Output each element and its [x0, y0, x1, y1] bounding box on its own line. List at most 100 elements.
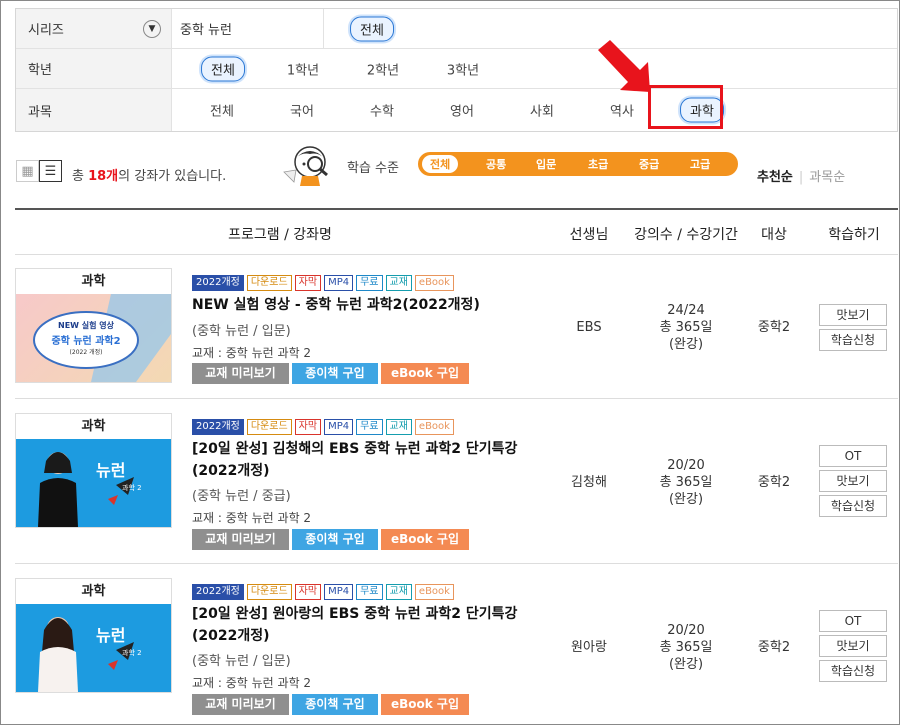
course-book: 교재 : 중학 뉴런 과학 2	[192, 346, 312, 360]
count-value: 18개	[88, 169, 119, 184]
subject-options: 전체 국어 수학 영어 사회 역사 과학	[172, 89, 897, 131]
table-row: 과학 NEW 실험 영상 중학 뉴런 과학2 (2022 개정) 2022개정 …	[15, 255, 898, 399]
badge-mp4: MP4	[324, 419, 354, 435]
badge-textbook: 교재	[385, 419, 412, 435]
header-target: 대상	[761, 227, 787, 243]
level-advanced[interactable]: 고급	[690, 156, 710, 172]
filter-table: 시리즈 ▼ 중학 뉴런 전체 학년 전체 1학년 2학년 3학년 과목 전체 국…	[15, 8, 898, 132]
thumb-caption-2: 과학 2	[122, 484, 142, 492]
subject-option-english[interactable]: 영어	[450, 101, 474, 120]
thumb-image: 뉴런 과학 2	[16, 604, 171, 692]
enroll-button[interactable]: 학습신청	[819, 495, 887, 517]
ot-button[interactable]: OT	[819, 610, 887, 632]
grid-view-icon[interactable]: ▦	[16, 160, 39, 182]
buy-paper-book-button[interactable]: 종이책 구입	[292, 694, 378, 715]
preview-book-button[interactable]: 교재 미리보기	[192, 363, 289, 384]
grade-option-1[interactable]: 1학년	[287, 59, 319, 78]
subject-option-all[interactable]: 전체	[210, 101, 234, 120]
thumb-image: NEW 실험 영상 중학 뉴런 과학2 (2022 개정)	[16, 294, 171, 382]
badge-subtitle: 자막	[294, 275, 322, 291]
grade-row: 학년 전체 1학년 2학년 3학년	[16, 49, 897, 89]
level-intro[interactable]: 입문	[536, 156, 556, 172]
level-all[interactable]: 전체	[422, 155, 459, 173]
sort-options: 추천순 | 과목순	[757, 170, 846, 185]
course-title[interactable]: [20일 완성] 김청해의 EBS 중학 뉴런 과학2 단기특강(2022개정)	[192, 438, 552, 482]
badge-free: 무료	[356, 419, 383, 435]
badge-download: 다운로드	[246, 275, 292, 291]
subject-option-korean[interactable]: 국어	[290, 101, 314, 120]
buy-ebook-button[interactable]: eBook 구입	[381, 529, 469, 550]
sample-button[interactable]: 맛보기	[819, 635, 887, 657]
study-period: 총 365일	[659, 475, 713, 490]
subject-label: 과목	[28, 104, 52, 120]
sample-button[interactable]: 맛보기	[819, 470, 887, 492]
badge-mp4: MP4	[324, 275, 354, 291]
series-option-all[interactable]: 전체	[350, 16, 394, 41]
grade-option-3[interactable]: 3학년	[447, 59, 479, 78]
badge-download: 다운로드	[246, 584, 292, 600]
series-body: 중학 뉴런 전체	[172, 9, 897, 48]
series-header[interactable]: 시리즈 ▼	[16, 9, 172, 48]
course-sub: (중학 뉴런 / 입문)	[192, 324, 291, 339]
teacher-name: 원아랑	[571, 640, 607, 655]
thumb-category: 과학	[16, 579, 171, 604]
badge-revision: 2022개정	[192, 275, 244, 291]
badge-ebook: eBook	[414, 419, 454, 435]
course-thumbnail[interactable]: 과학 뉴런 과학 2	[15, 578, 172, 693]
sample-button[interactable]: 맛보기	[819, 304, 887, 326]
period-note: (완강)	[668, 337, 704, 352]
badge-textbook: 교재	[385, 275, 412, 291]
buy-ebook-button[interactable]: eBook 구입	[381, 694, 469, 715]
subject-option-history[interactable]: 역사	[610, 101, 634, 120]
study-period: 총 365일	[659, 640, 713, 655]
ot-button[interactable]: OT	[819, 445, 887, 467]
teacher-photo-icon	[38, 617, 134, 692]
header-lectures: 강의수 / 수강기간	[634, 227, 738, 243]
chevron-down-icon[interactable]: ▼	[143, 20, 161, 38]
lecture-count: 20/20	[667, 623, 705, 638]
series-value[interactable]: 중학 뉴런	[172, 9, 324, 48]
study-period: 총 365일	[659, 320, 713, 335]
grade-option-all[interactable]: 전체	[201, 56, 245, 81]
sort-subject[interactable]: 과목순	[809, 170, 845, 185]
badge-revision: 2022개정	[192, 419, 244, 435]
course-target: 중학2	[757, 320, 791, 335]
list-view-icon[interactable]: ☰	[39, 160, 62, 182]
subject-option-math[interactable]: 수학	[370, 101, 394, 120]
grade-options: 전체 1학년 2학년 3학년	[172, 49, 897, 88]
subject-header: 과목	[16, 89, 172, 131]
course-thumbnail[interactable]: 과학 뉴런 과학 2	[15, 413, 172, 528]
enroll-button[interactable]: 학습신청	[819, 329, 887, 351]
course-thumbnail[interactable]: 과학 NEW 실험 영상 중학 뉴런 과학2 (2022 개정)	[15, 268, 172, 383]
action-buttons: 교재 미리보기 종이책 구입 eBook 구입	[192, 529, 469, 550]
preview-book-button[interactable]: 교재 미리보기	[192, 529, 289, 550]
badge-subtitle: 자막	[294, 419, 322, 435]
preview-book-button[interactable]: 교재 미리보기	[192, 694, 289, 715]
badge-mp4: MP4	[324, 584, 354, 600]
buy-paper-book-button[interactable]: 종이책 구입	[292, 529, 378, 550]
subject-option-social[interactable]: 사회	[530, 101, 554, 120]
thumb-category: 과학	[16, 269, 171, 294]
level-label: 학습 수준	[347, 161, 399, 176]
thumb-caption-2: 중학 뉴런 과학2	[51, 336, 121, 347]
header-program: 프로그램 / 강좌명	[228, 227, 332, 243]
level-common[interactable]: 공통	[486, 156, 506, 172]
grade-header: 학년	[16, 49, 172, 88]
buy-paper-book-button[interactable]: 종이책 구입	[292, 363, 378, 384]
grade-option-2[interactable]: 2학년	[367, 59, 399, 78]
count-suffix: 의 강좌가 있습니다.	[118, 169, 227, 184]
thumb-caption-1: 뉴런	[96, 626, 126, 645]
badge-download: 다운로드	[246, 419, 292, 435]
course-title[interactable]: [20일 완성] 원아랑의 EBS 중학 뉴런 과학2 단기특강(2022개정)	[192, 603, 552, 647]
subject-row: 과목 전체 국어 수학 영어 사회 역사 과학	[16, 89, 897, 131]
header-study: 학습하기	[828, 227, 880, 243]
level-beginner[interactable]: 초급	[588, 156, 608, 172]
grade-label: 학년	[28, 63, 52, 78]
buy-ebook-button[interactable]: eBook 구입	[381, 363, 469, 384]
badge-list: 2022개정 다운로드 자막 MP4 무료 교재 eBook	[192, 584, 454, 600]
enroll-button[interactable]: 학습신청	[819, 660, 887, 682]
course-title[interactable]: NEW 실험 영상 - 중학 뉴런 과학2(2022개정)	[192, 294, 552, 316]
course-target: 중학2	[757, 475, 791, 490]
sort-recommended[interactable]: 추천순	[757, 170, 793, 185]
level-intermediate[interactable]: 중급	[639, 156, 659, 172]
